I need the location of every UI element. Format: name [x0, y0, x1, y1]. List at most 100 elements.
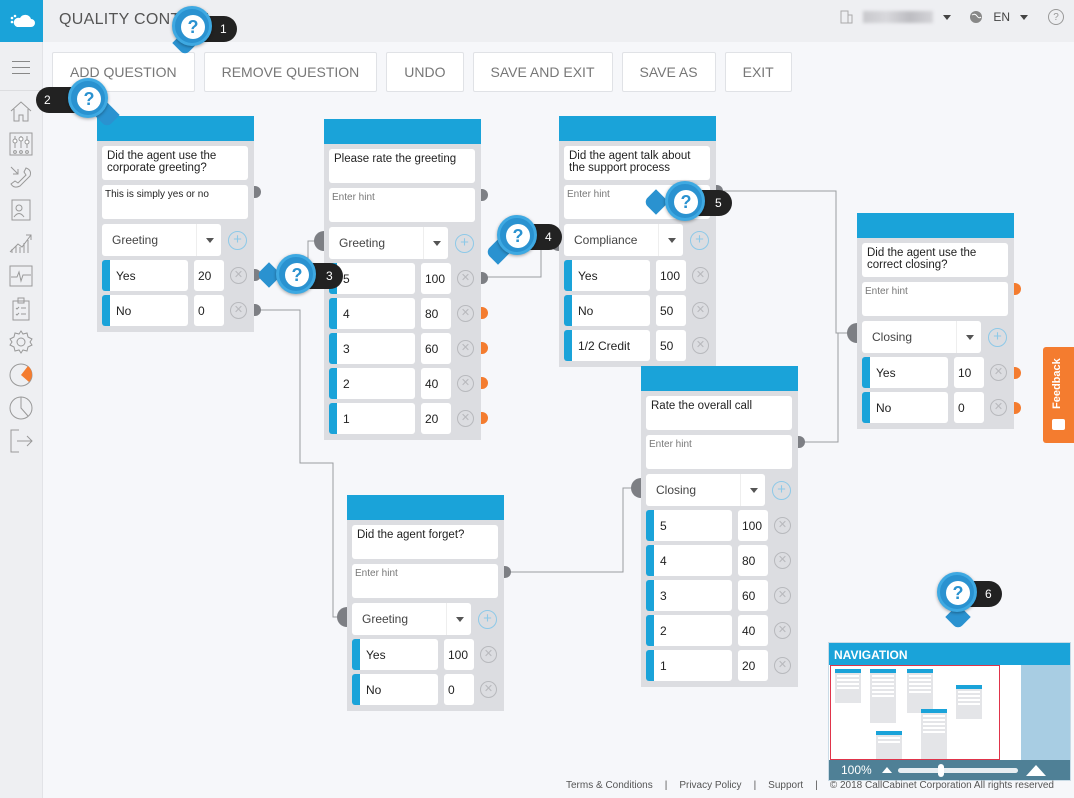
answer-label[interactable]: 1/2 Credit [564, 330, 650, 361]
menu-icon[interactable] [12, 61, 30, 79]
answer-label[interactable]: No [352, 674, 438, 705]
answer-score[interactable]: 100 [656, 260, 686, 291]
card-header[interactable] [324, 119, 481, 144]
category-select[interactable]: Greeting [102, 224, 221, 256]
answer-score[interactable]: 100 [738, 510, 768, 541]
answer-score[interactable]: 0 [194, 295, 224, 326]
navigation-panel[interactable]: NAVIGATION 100% [828, 642, 1071, 781]
answer-label[interactable]: No [564, 295, 650, 326]
home-icon[interactable] [8, 98, 34, 124]
logout-icon[interactable] [8, 428, 34, 454]
answer-score[interactable]: 40 [421, 368, 451, 399]
answer-label[interactable]: 1 [329, 403, 415, 434]
support-link[interactable]: Support [768, 780, 803, 791]
answer-label[interactable]: 1 [646, 650, 732, 681]
contact-card-icon[interactable] [8, 197, 34, 223]
answer-label[interactable]: 5 [646, 510, 732, 541]
settings-gear-icon[interactable] [8, 329, 34, 355]
language-dropdown-caret-icon[interactable] [1020, 14, 1028, 20]
answer-score[interactable]: 100 [444, 639, 474, 670]
question-field[interactable]: Did the agent use the correct closing? [862, 243, 1008, 277]
answer-label[interactable]: 3 [646, 580, 732, 611]
answer-label[interactable]: Yes [564, 260, 650, 291]
input-port[interactable] [631, 478, 641, 498]
answer-label[interactable]: Yes [862, 357, 948, 388]
answer-label[interactable]: No [102, 295, 188, 326]
answer-score[interactable]: 20 [738, 650, 768, 681]
card-header[interactable] [559, 116, 716, 141]
add-answer-icon[interactable]: + [690, 230, 709, 250]
remove-answer-icon[interactable]: ✕ [457, 270, 474, 287]
remove-answer-icon[interactable]: ✕ [457, 375, 474, 392]
zoom-slider-handle[interactable] [937, 763, 944, 777]
question-card[interactable]: Did the agent use the corporate greeting… [97, 116, 261, 332]
zoom-out-icon[interactable] [881, 767, 892, 773]
card-header[interactable] [347, 495, 504, 520]
category-select[interactable]: Closing [862, 321, 981, 353]
output-port[interactable] [481, 272, 488, 284]
hint-field[interactable]: Enter hint [329, 188, 475, 222]
phone-call-icon[interactable] [8, 164, 34, 190]
remove-answer-icon[interactable]: ✕ [480, 681, 497, 698]
question-field[interactable]: Rate the overall call [646, 396, 792, 430]
hint-field[interactable]: This is simply yes or no [102, 185, 248, 219]
remove-answer-icon[interactable]: ✕ [774, 587, 791, 604]
answer-label[interactable]: Yes [102, 260, 188, 291]
monitoring-pulse-icon[interactable] [8, 263, 34, 289]
exit-button[interactable]: EXIT [724, 52, 792, 92]
question-field[interactable]: Did the agent use the corporate greeting… [102, 146, 248, 180]
terms-link[interactable]: Terms & Conditions [566, 780, 653, 791]
answer-score[interactable]: 100 [421, 263, 451, 294]
output-port[interactable] [504, 566, 511, 578]
save-and-exit-button[interactable]: SAVE AND EXIT [472, 52, 613, 92]
add-answer-icon[interactable]: + [478, 609, 497, 629]
question-card[interactable]: Please rate the greeting Enter hint Gree… [314, 119, 488, 440]
question-card[interactable]: Did the agent talk about the support pro… [549, 116, 723, 367]
answer-label[interactable]: 4 [646, 545, 732, 576]
answer-score[interactable]: 50 [656, 330, 686, 361]
answer-label[interactable]: 3 [329, 333, 415, 364]
input-port[interactable] [337, 607, 347, 627]
card-header[interactable] [97, 116, 254, 141]
remove-answer-icon[interactable]: ✕ [457, 340, 474, 357]
undo-button[interactable]: UNDO [386, 52, 464, 92]
question-field[interactable]: Please rate the greeting [329, 149, 475, 183]
hint-field[interactable]: Enter hint [862, 282, 1008, 316]
remove-answer-icon[interactable]: ✕ [774, 552, 791, 569]
category-select[interactable]: Greeting [352, 603, 471, 635]
input-port[interactable] [314, 231, 324, 251]
output-port[interactable] [254, 186, 261, 198]
reports-pie-icon[interactable] [8, 395, 34, 421]
category-select[interactable]: Compliance [564, 224, 683, 256]
add-answer-icon[interactable]: + [455, 233, 474, 253]
minimap-viewport[interactable] [830, 665, 1000, 760]
remove-answer-icon[interactable]: ✕ [692, 337, 709, 354]
remove-answer-icon[interactable]: ✕ [457, 305, 474, 322]
zoom-slider[interactable] [897, 763, 1018, 777]
save-as-button[interactable]: SAVE AS [621, 52, 716, 92]
remove-answer-icon[interactable]: ✕ [774, 517, 791, 534]
output-port[interactable] [1014, 283, 1021, 295]
logo[interactable] [0, 0, 43, 42]
output-port[interactable] [1014, 367, 1021, 379]
answer-label[interactable]: No [862, 392, 948, 423]
remove-answer-icon[interactable]: ✕ [230, 267, 247, 284]
quality-pie-icon[interactable] [8, 362, 34, 388]
question-card[interactable]: Did the agent forget? Enter hint Greetin… [337, 495, 511, 711]
remove-answer-icon[interactable]: ✕ [457, 410, 474, 427]
answer-score[interactable]: 10 [954, 357, 984, 388]
hint-field[interactable]: Enter hint [646, 435, 792, 469]
remove-answer-icon[interactable]: ✕ [990, 399, 1007, 416]
question-card[interactable]: Did the agent use the correct closing? E… [847, 213, 1021, 429]
output-port[interactable] [798, 436, 805, 448]
remove-question-button[interactable]: REMOVE QUESTION [203, 52, 378, 92]
answer-score[interactable]: 80 [421, 298, 451, 329]
checklist-clipboard-icon[interactable] [8, 296, 34, 322]
answer-score[interactable]: 60 [738, 580, 768, 611]
answer-score[interactable]: 50 [656, 295, 686, 326]
remove-answer-icon[interactable]: ✕ [692, 267, 709, 284]
output-port[interactable] [481, 342, 488, 354]
answer-score[interactable]: 20 [421, 403, 451, 434]
account-dropdown-caret-icon[interactable] [943, 14, 952, 20]
add-answer-icon[interactable]: + [772, 480, 791, 500]
